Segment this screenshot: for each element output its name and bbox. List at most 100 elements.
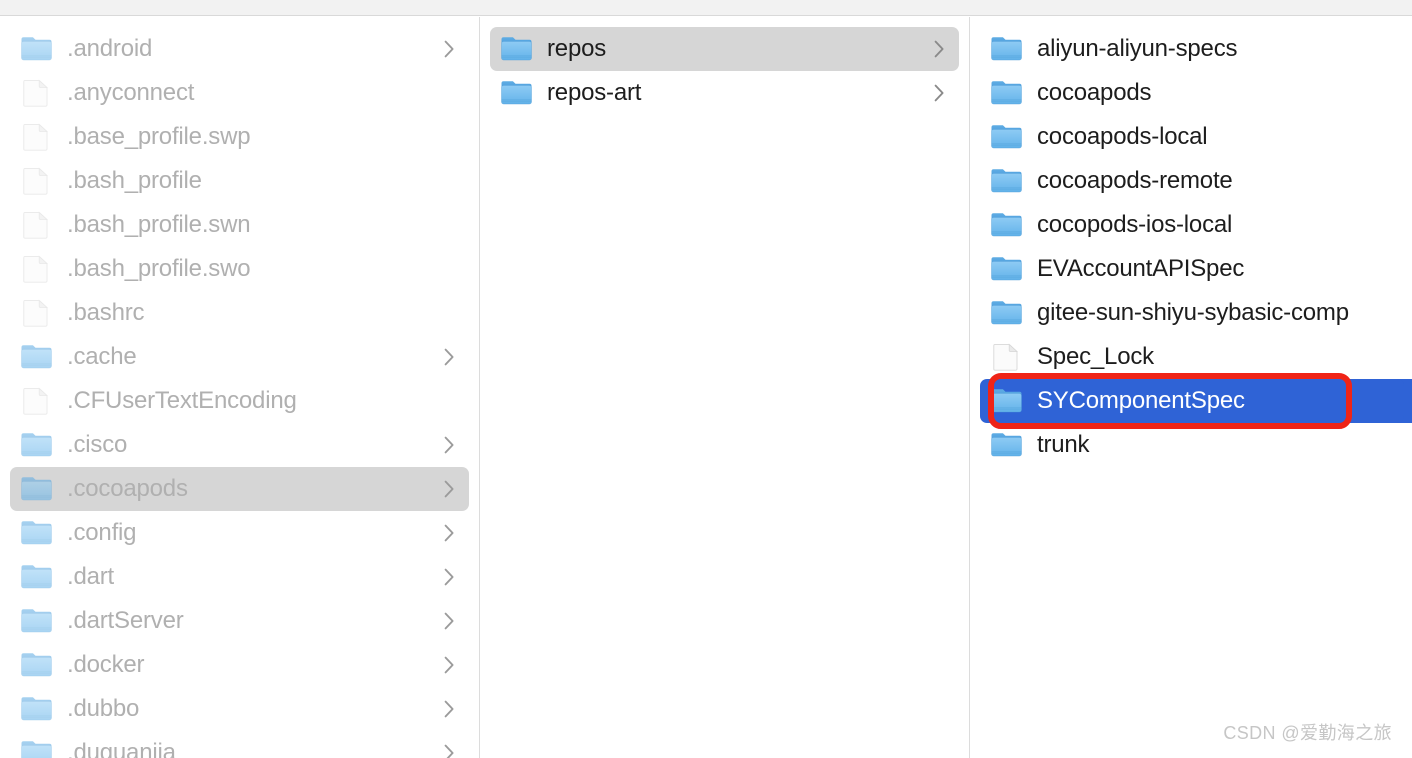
file-name-label: EVAccountAPISpec [1037, 255, 1245, 282]
file-row[interactable]: .dart [10, 555, 469, 599]
window-toolbar-strip [0, 0, 1412, 16]
file-name-label: .config [67, 519, 137, 546]
file-row[interactable]: EVAccountAPISpec [980, 247, 1404, 291]
folder-icon [990, 431, 1024, 459]
file-name-label: .bash_profile.swn [67, 211, 251, 238]
file-icon [20, 387, 54, 415]
file-name-label: .dart [67, 563, 115, 590]
chevron-right-icon[interactable] [933, 83, 945, 103]
chevron-right-icon[interactable] [443, 347, 455, 367]
file-row[interactable]: .android [10, 27, 469, 71]
file-row[interactable]: Spec_Lock [980, 335, 1404, 379]
file-name-label: aliyun-aliyun-specs [1037, 35, 1238, 62]
file-row[interactable]: .bash_profile.swo [10, 247, 469, 291]
chevron-right-icon[interactable] [443, 435, 455, 455]
file-name-label: gitee-sun-shiyu-sybasic-comp [1037, 299, 1349, 326]
column-cocoapods[interactable]: repos repos-art [480, 17, 970, 758]
file-row[interactable]: .anyconnect [10, 71, 469, 115]
file-name-label: .cache [67, 343, 137, 370]
file-name-label: SYComponentSpec [1037, 387, 1245, 414]
file-name-label: .bashrc [67, 299, 145, 326]
folder-icon [20, 475, 54, 503]
file-row[interactable]: .docker [10, 643, 469, 687]
file-row[interactable]: aliyun-aliyun-specs [980, 27, 1404, 71]
chevron-right-icon[interactable] [443, 655, 455, 675]
file-name-label: .base_profile.swp [67, 123, 251, 150]
file-row[interactable]: .dubbo [10, 687, 469, 731]
file-row[interactable]: cocoapods [980, 71, 1404, 115]
folder-icon [990, 167, 1024, 195]
column-browser: .android .anyconnect .base_profile.swp .bas… [0, 17, 1412, 758]
file-name-label: .CFUserTextEncoding [67, 387, 297, 414]
chevron-right-icon[interactable] [443, 523, 455, 543]
chevron-right-icon[interactable] [443, 567, 455, 587]
folder-icon [20, 739, 54, 758]
folder-icon [20, 563, 54, 591]
file-row[interactable]: .bashrc [10, 291, 469, 335]
file-icon [20, 123, 54, 151]
folder-icon [20, 35, 54, 63]
folder-icon [20, 519, 54, 547]
file-name-label: repos [547, 35, 607, 62]
file-row[interactable]: .base_profile.swp [10, 115, 469, 159]
file-row[interactable]: .cisco [10, 423, 469, 467]
folder-icon [20, 607, 54, 635]
folder-icon [990, 123, 1024, 151]
file-row[interactable]: .bash_profile.swn [10, 203, 469, 247]
folder-icon [990, 387, 1024, 415]
file-row[interactable]: .duguanjia [10, 731, 469, 758]
folder-icon [990, 299, 1024, 327]
file-row[interactable]: repos-art [490, 71, 959, 115]
folder-icon [20, 651, 54, 679]
file-row[interactable]: cocopods-ios-local [980, 203, 1404, 247]
file-row[interactable]: repos [490, 27, 959, 71]
chevron-right-icon[interactable] [443, 699, 455, 719]
file-icon [20, 299, 54, 327]
file-row[interactable]: cocoapods-remote [980, 159, 1404, 203]
file-row[interactable]: .dartServer [10, 599, 469, 643]
folder-icon [990, 35, 1024, 63]
chevron-right-icon[interactable] [443, 479, 455, 499]
file-name-label: repos-art [547, 79, 642, 106]
file-icon [20, 211, 54, 239]
file-name-label: trunk [1037, 431, 1090, 458]
finder-window: .android .anyconnect .base_profile.swp .bas… [0, 0, 1412, 758]
file-row[interactable]: gitee-sun-shiyu-sybasic-comp [980, 291, 1404, 335]
file-name-label: cocoapods [1037, 79, 1152, 106]
file-row[interactable]: SYComponentSpec [980, 379, 1404, 423]
file-name-label: .duguanjia [67, 739, 176, 758]
file-name-label: Spec_Lock [1037, 343, 1154, 370]
file-row[interactable]: cocoapods-local [980, 115, 1404, 159]
column-repos[interactable]: aliyun-aliyun-specs cocoapods cocoapods-lo… [970, 17, 1412, 758]
file-icon [20, 79, 54, 107]
file-icon [20, 255, 54, 283]
chevron-right-icon[interactable] [933, 39, 945, 59]
chevron-right-icon[interactable] [443, 611, 455, 631]
file-name-label: .cocoapods [67, 475, 188, 502]
folder-icon [500, 35, 534, 63]
folder-icon [20, 431, 54, 459]
file-row[interactable]: .bash_profile [10, 159, 469, 203]
file-row[interactable]: .config [10, 511, 469, 555]
folder-icon [20, 695, 54, 723]
folder-icon [990, 255, 1024, 283]
file-name-label: .dubbo [67, 695, 140, 722]
file-row[interactable]: .cache [10, 335, 469, 379]
file-row[interactable]: .cocoapods [10, 467, 469, 511]
file-name-label: .docker [67, 651, 145, 678]
file-row[interactable]: .CFUserTextEncoding [10, 379, 469, 423]
csdn-watermark: CSDN @爱勤海之旅 [1223, 723, 1392, 743]
chevron-right-icon[interactable] [443, 39, 455, 59]
file-name-label: .cisco [67, 431, 128, 458]
file-name-label: cocoapods-local [1037, 123, 1208, 150]
file-name-label: cocoapods-remote [1037, 167, 1233, 194]
column-home[interactable]: .android .anyconnect .base_profile.swp .bas… [0, 17, 480, 758]
chevron-right-icon[interactable] [443, 743, 455, 758]
file-icon [990, 343, 1024, 371]
file-name-label: .dartServer [67, 607, 184, 634]
file-row[interactable]: trunk [980, 423, 1404, 467]
file-name-label: .anyconnect [67, 79, 195, 106]
folder-icon [990, 211, 1024, 239]
file-name-label: cocopods-ios-local [1037, 211, 1233, 238]
file-icon [20, 167, 54, 195]
